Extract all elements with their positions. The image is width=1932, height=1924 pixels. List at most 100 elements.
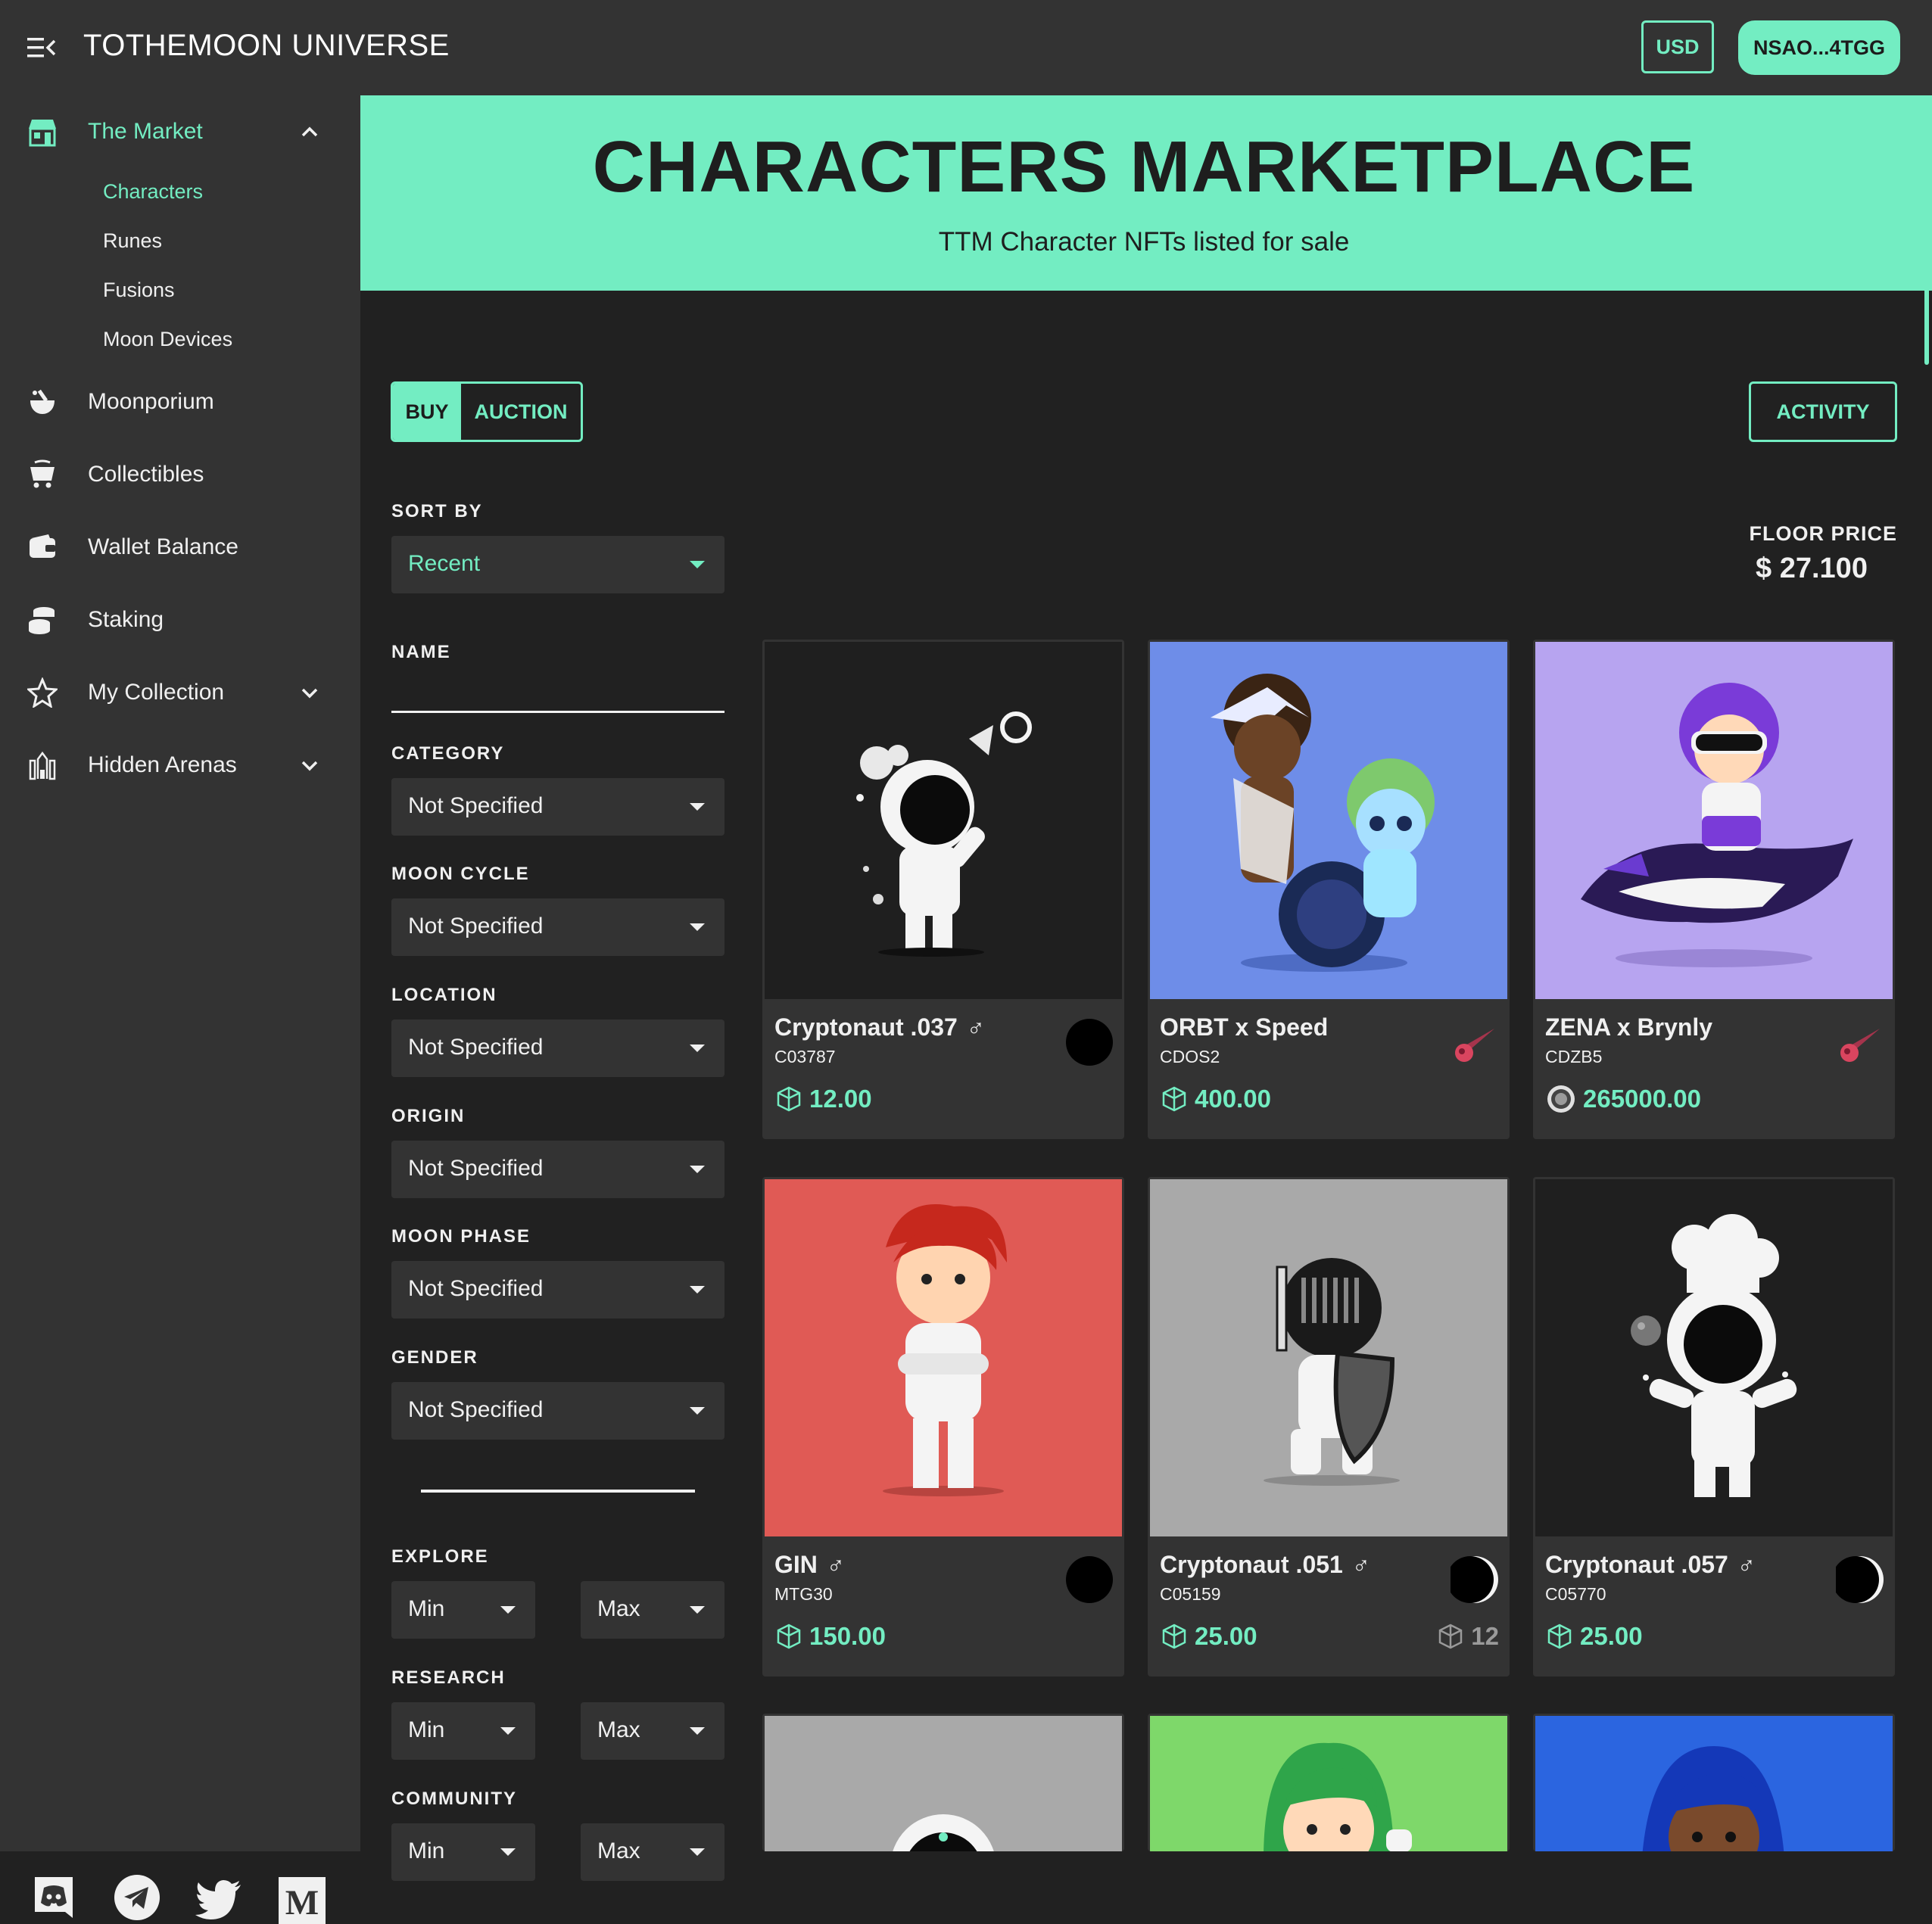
category-select[interactable]: Not Specified <box>391 778 724 836</box>
character-card[interactable]: GIN ♂ MTG30 150.00 <box>762 1177 1124 1676</box>
character-card[interactable]: ORBT x Speed CDOS2 400.00 <box>1148 640 1510 1139</box>
community-min-select[interactable]: Min <box>391 1823 535 1881</box>
chevron-down-icon[interactable] <box>297 680 323 705</box>
cube-icon <box>1162 1624 1186 1649</box>
card-title: ORBT x Speed <box>1160 1013 1328 1041</box>
character-card[interactable]: Cryptonaut .057 ♂ C05770 25.00 <box>1533 1177 1895 1676</box>
discord-icon[interactable] <box>30 1874 77 1921</box>
sidebar-item-wallet-balance[interactable]: Wallet Balance <box>0 517 360 578</box>
svg-text:M: M <box>285 1883 319 1922</box>
new-moon-icon <box>1066 1556 1113 1603</box>
card-secondary-price-value: 12 <box>1471 1622 1499 1650</box>
astronaut-illustration <box>893 1814 994 1851</box>
mortar-icon <box>30 389 55 414</box>
moon-cycle-select[interactable]: Not Specified <box>391 898 724 956</box>
sidebar-subitem-runes[interactable]: Runes <box>103 229 162 253</box>
top-bar: TOTHEMOON UNIVERSE USD NSAO...4TGG <box>0 0 1932 95</box>
character-art <box>765 1179 1122 1536</box>
character-card[interactable] <box>1533 1714 1895 1851</box>
sidebar-subitem-characters[interactable]: Characters <box>103 180 203 204</box>
buy-tab[interactable]: BUY <box>393 384 461 440</box>
telegram-icon[interactable] <box>114 1874 160 1921</box>
twitter-icon[interactable] <box>195 1877 242 1924</box>
floor-price-label: FLOOR PRICE <box>1749 522 1897 545</box>
activity-button[interactable]: ACTIVITY <box>1749 381 1897 442</box>
card-code: CDOS2 <box>1160 1047 1220 1066</box>
origin-value: Not Specified <box>408 1156 544 1181</box>
research-min-select[interactable]: Min <box>391 1702 535 1760</box>
auction-tab[interactable]: AUCTION <box>461 384 581 440</box>
sidebar-item-moonporium[interactable]: Moonporium <box>0 372 360 432</box>
community-max-select[interactable]: Max <box>581 1823 724 1881</box>
menu-collapse-icon[interactable] <box>27 36 56 59</box>
card-name: Cryptonaut .051 <box>1160 1551 1343 1578</box>
market-icon <box>29 120 56 147</box>
gender-value: Not Specified <box>408 1397 544 1422</box>
card-title: GIN ♂ <box>774 1551 845 1579</box>
card-title: Cryptonaut .057 ♂ <box>1545 1551 1756 1579</box>
character-art <box>765 642 1122 999</box>
card-name: ORBT x Speed <box>1160 1013 1329 1041</box>
category-value: Not Specified <box>408 793 544 818</box>
sidebar-item-label: My Collection <box>88 680 225 705</box>
location-select[interactable]: Not Specified <box>391 1020 724 1077</box>
sidebar-subitem-moon-devices[interactable]: Moon Devices <box>103 328 232 351</box>
moon-cycle-value: Not Specified <box>408 914 544 939</box>
character-card[interactable] <box>762 1714 1124 1851</box>
card-name: ZENA x Brynly <box>1545 1013 1713 1041</box>
card-price: 265000.00 <box>1547 1085 1701 1113</box>
sidebar-subitem-fusions[interactable]: Fusions <box>103 279 175 302</box>
dropdown-arrow-icon <box>500 1727 516 1735</box>
sort-by-label: SORT BY <box>391 501 483 521</box>
castle-icon <box>29 751 56 780</box>
sidebar-item-my-collection[interactable]: My Collection <box>0 662 360 723</box>
card-code: MTG30 <box>774 1584 833 1604</box>
dropdown-arrow-icon <box>690 1848 705 1856</box>
chevron-up-icon[interactable] <box>297 119 323 145</box>
crescent-moon-icon <box>1451 1556 1498 1603</box>
character-art <box>1535 642 1893 999</box>
comet-icon <box>1455 1029 1494 1062</box>
buy-auction-toggle: BUY AUCTION <box>391 381 583 442</box>
sidebar-item-staking[interactable]: Staking <box>0 590 360 650</box>
explore-min-select[interactable]: Min <box>391 1581 535 1639</box>
character-card[interactable]: Cryptonaut .051 ♂ C05159 25.00 12 <box>1148 1177 1510 1676</box>
gender-select[interactable]: Not Specified <box>391 1382 724 1440</box>
chevron-down-icon[interactable] <box>297 752 323 778</box>
character-card[interactable]: Cryptonaut .037 ♂ C03787 12.00 <box>762 640 1124 1139</box>
wallet-button[interactable]: NSAO...4TGG <box>1738 20 1900 75</box>
explore-max-select[interactable]: Max <box>581 1581 724 1639</box>
card-price-value: 12.00 <box>809 1085 872 1113</box>
card-price: 12.00 <box>776 1085 872 1113</box>
sort-by-select[interactable]: Recent <box>391 536 724 593</box>
cube-icon <box>1162 1086 1186 1112</box>
hero-banner: CHARACTERS MARKETPLACE TTM Character NFT… <box>360 95 1932 291</box>
name-label: NAME <box>391 642 451 662</box>
male-icon: ♂ <box>1737 1551 1756 1578</box>
medium-icon[interactable]: M <box>279 1877 326 1924</box>
sidebar-item-hidden-arenas[interactable]: Hidden Arenas <box>0 735 360 795</box>
cube-icon <box>777 1086 801 1112</box>
new-moon-icon <box>1066 1019 1113 1066</box>
sidebar-item-collectibles[interactable]: Collectibles <box>0 444 360 505</box>
origin-select[interactable]: Not Specified <box>391 1141 724 1198</box>
card-price: 400.00 <box>1161 1085 1271 1113</box>
sidebar: The Market Characters Runes Fusions Moon… <box>0 95 360 1924</box>
star-icon <box>27 677 58 708</box>
character-card[interactable]: ZENA x Brynly CDZB5 265000.00 <box>1533 640 1895 1139</box>
character-card[interactable] <box>1148 1714 1510 1851</box>
card-code: C03787 <box>774 1047 836 1066</box>
currency-button[interactable]: USD <box>1641 20 1714 73</box>
scrollbar[interactable] <box>1924 95 1929 365</box>
moon-phase-select[interactable]: Not Specified <box>391 1261 724 1318</box>
boy-illustration <box>883 1204 1007 1496</box>
moon-cycle-label: MOON CYCLE <box>391 864 530 884</box>
sidebar-item-the-market[interactable]: The Market <box>0 101 360 162</box>
card-secondary-price: 12 <box>1438 1622 1499 1651</box>
male-icon: ♂ <box>826 1551 845 1578</box>
research-max-select[interactable]: Max <box>581 1702 724 1760</box>
dropdown-arrow-icon <box>690 923 705 931</box>
name-input[interactable] <box>391 666 724 713</box>
card-price: 25.00 <box>1547 1622 1643 1651</box>
explore-label: EXPLORE <box>391 1546 489 1567</box>
